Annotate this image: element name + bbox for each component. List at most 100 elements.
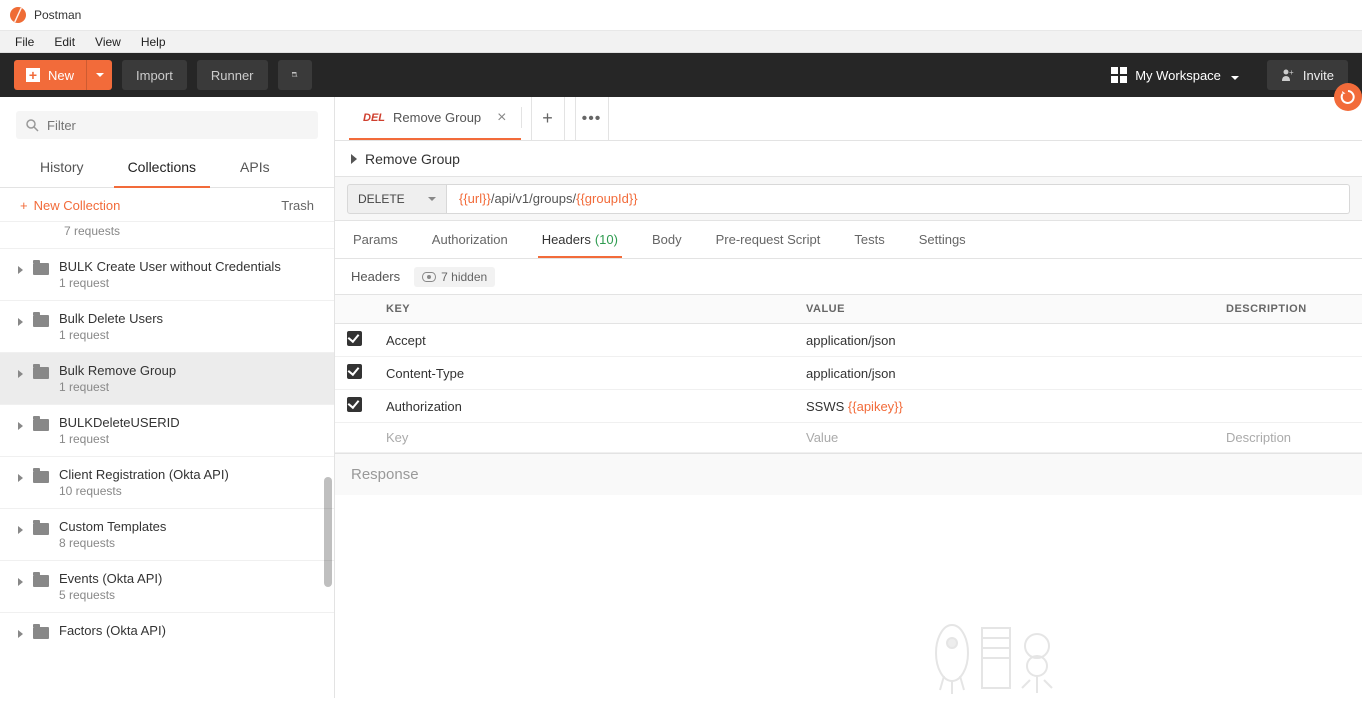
plus-icon: [26, 68, 40, 82]
close-icon[interactable]: ×: [497, 109, 506, 127]
request-tab[interactable]: DEL Remove Group ×: [349, 97, 521, 140]
invite-button[interactable]: + Invite: [1267, 60, 1348, 90]
checkbox-checked-icon[interactable]: [347, 331, 362, 346]
sidebar: History Collections APIs + New Collectio…: [0, 97, 335, 698]
workspace-selector[interactable]: My Workspace: [1111, 67, 1239, 83]
svg-text:+: +: [1289, 68, 1294, 77]
main-panel: DEL Remove Group × + ••• Remove Group DE…: [335, 97, 1362, 698]
svg-text:+: +: [295, 74, 297, 78]
item-sub: 10 requests: [59, 484, 229, 498]
list-item[interactable]: 7 requests: [0, 222, 334, 249]
url-bar: DELETE {{url}}/api/v1/groups/{{groupId}}: [335, 177, 1362, 221]
list-item[interactable]: Events (Okta API)5 requests: [0, 561, 334, 613]
tab-authorization[interactable]: Authorization: [430, 222, 510, 257]
list-item[interactable]: Bulk Remove Group1 request: [0, 353, 334, 405]
url-var: {{url}}: [459, 191, 491, 206]
caret-right-icon: [18, 318, 23, 326]
url-var: {{groupId}}: [576, 191, 637, 206]
header-value[interactable]: SSWS {{apikey}}: [794, 390, 1214, 423]
key-placeholder[interactable]: Key: [374, 423, 794, 453]
sync-button[interactable]: [1334, 83, 1362, 111]
header-value[interactable]: application/json: [794, 324, 1214, 357]
item-name: BULK Create User without Credentials: [59, 259, 281, 274]
titlebar: Postman: [0, 0, 1362, 31]
tab-apis[interactable]: APIs: [218, 149, 292, 187]
header-desc[interactable]: [1214, 390, 1362, 423]
table-row[interactable]: Authorization SSWS {{apikey}}: [335, 390, 1362, 423]
caret-right-icon: [18, 630, 23, 638]
new-tab-button[interactable]: +: [531, 97, 565, 140]
new-collection-button[interactable]: + New Collection: [20, 198, 120, 213]
new-dropdown[interactable]: [86, 60, 112, 90]
headers-label: Headers: [351, 269, 400, 284]
menu-edit[interactable]: Edit: [45, 33, 84, 51]
trash-link[interactable]: Trash: [281, 198, 314, 213]
header-value[interactable]: application/json: [794, 357, 1214, 390]
headers-subheader: Headers 7 hidden: [335, 259, 1362, 295]
item-name: Custom Templates: [59, 519, 166, 534]
tab-headers[interactable]: Headers(10): [540, 222, 620, 257]
col-description: DESCRIPTION: [1214, 295, 1362, 324]
item-sub: 1 request: [59, 380, 176, 394]
capture-button[interactable]: +: [278, 60, 312, 90]
list-item[interactable]: Factors (Okta API): [0, 613, 334, 649]
plus-icon: +: [20, 198, 28, 213]
window-icon: +: [292, 68, 298, 82]
runner-button[interactable]: Runner: [197, 60, 268, 90]
grid-icon: [1111, 67, 1127, 83]
header-key[interactable]: Authorization: [374, 390, 794, 423]
postman-icon: [10, 7, 26, 23]
folder-icon: [33, 523, 49, 535]
checkbox-checked-icon[interactable]: [347, 364, 362, 379]
caret-right-icon[interactable]: [351, 154, 357, 164]
list-item[interactable]: Custom Templates8 requests: [0, 509, 334, 561]
table-row[interactable]: Content-Type application/json: [335, 357, 1362, 390]
tab-tests[interactable]: Tests: [852, 222, 886, 257]
eye-icon: [422, 272, 436, 282]
header-desc[interactable]: [1214, 324, 1362, 357]
search-icon: [26, 119, 39, 132]
list-item[interactable]: BULKDeleteUSERID1 request: [0, 405, 334, 457]
list-item[interactable]: Bulk Delete Users1 request: [0, 301, 334, 353]
method-selector[interactable]: DELETE: [347, 184, 447, 214]
checkbox-checked-icon[interactable]: [347, 397, 362, 412]
menu-view[interactable]: View: [86, 33, 130, 51]
caret-right-icon: [18, 266, 23, 274]
hidden-headers-toggle[interactable]: 7 hidden: [414, 267, 495, 287]
filter-field[interactable]: [47, 118, 308, 133]
tab-settings[interactable]: Settings: [917, 222, 968, 257]
tab-prerequest[interactable]: Pre-request Script: [714, 222, 823, 257]
headers-count: (10): [595, 232, 618, 247]
filter-input[interactable]: [16, 111, 318, 139]
tab-params[interactable]: Params: [351, 222, 400, 257]
menu-help[interactable]: Help: [132, 33, 175, 51]
desc-placeholder[interactable]: Description: [1214, 423, 1362, 453]
header-desc[interactable]: [1214, 357, 1362, 390]
table-row[interactable]: Accept application/json: [335, 324, 1362, 357]
value-placeholder[interactable]: Value: [794, 423, 1214, 453]
col-key: KEY: [374, 295, 794, 324]
item-sub: 7 requests: [64, 224, 120, 238]
table-row[interactable]: Key Value Description: [335, 423, 1362, 453]
request-name-row: Remove Group: [335, 141, 1362, 177]
item-sub: 1 request: [59, 432, 180, 446]
tab-collections[interactable]: Collections: [106, 149, 218, 187]
tab-options-button[interactable]: •••: [575, 97, 609, 140]
import-button[interactable]: Import: [122, 60, 187, 90]
menubar: File Edit View Help: [0, 31, 1362, 53]
url-input[interactable]: {{url}}/api/v1/groups/{{groupId}}: [447, 184, 1350, 214]
menu-file[interactable]: File: [6, 33, 43, 51]
header-key[interactable]: Content-Type: [374, 357, 794, 390]
value-var: {{apikey}}: [848, 399, 903, 414]
header-key[interactable]: Accept: [374, 324, 794, 357]
method-label: DELETE: [358, 192, 405, 206]
headers-table: KEY VALUE DESCRIPTION Accept application…: [335, 295, 1362, 453]
item-sub: 1 request: [59, 328, 163, 342]
new-button[interactable]: New: [14, 60, 86, 90]
request-tabs: DEL Remove Group × + •••: [335, 97, 1362, 141]
tab-history[interactable]: History: [18, 149, 106, 187]
list-item[interactable]: BULK Create User without Credentials1 re…: [0, 249, 334, 301]
scrollbar[interactable]: [324, 477, 332, 587]
tab-body[interactable]: Body: [650, 222, 684, 257]
list-item[interactable]: Client Registration (Okta API)10 request…: [0, 457, 334, 509]
